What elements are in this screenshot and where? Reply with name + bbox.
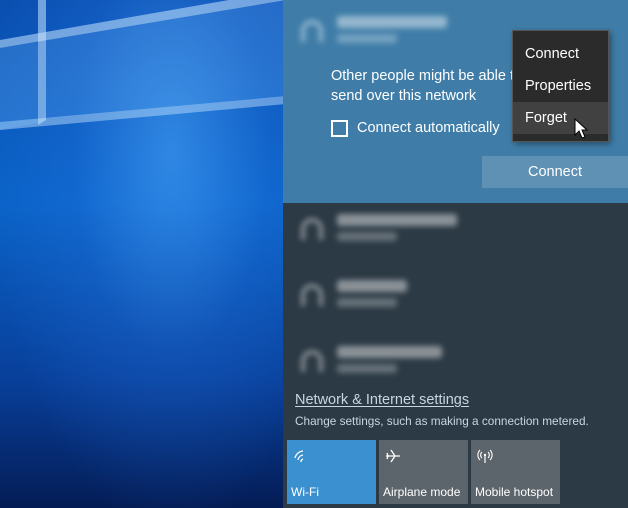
airplane-icon bbox=[386, 449, 400, 463]
connect-automatically-label: Connect automatically bbox=[357, 120, 500, 136]
context-menu-properties[interactable]: Properties bbox=[513, 70, 608, 102]
network-name-blurred bbox=[337, 16, 447, 28]
network-settings-link[interactable]: Network & Internet settings bbox=[295, 392, 469, 408]
airplane-mode-tile[interactable]: Airplane mode bbox=[379, 440, 468, 504]
wifi-tile[interactable]: Wi-Fi bbox=[287, 440, 376, 504]
network-name-blurred bbox=[337, 280, 407, 292]
wifi-tile-label: Wi-Fi bbox=[291, 485, 319, 499]
context-menu-connect[interactable]: Connect bbox=[513, 38, 608, 70]
wifi-signal-icon bbox=[301, 20, 323, 42]
network-list-item[interactable] bbox=[293, 338, 593, 388]
wifi-icon bbox=[294, 450, 304, 463]
network-status-blurred bbox=[337, 364, 397, 373]
network-list-item[interactable] bbox=[293, 272, 593, 322]
mouse-pointer-icon bbox=[574, 118, 589, 139]
context-menu-forget[interactable]: Forget bbox=[513, 102, 608, 134]
network-name-blurred bbox=[337, 346, 442, 358]
connect-automatically-checkbox[interactable] bbox=[331, 119, 348, 137]
wifi-signal-icon bbox=[301, 218, 323, 240]
network-status-blurred bbox=[337, 232, 397, 241]
mobile-hotspot-tile[interactable]: Mobile hotspot bbox=[471, 440, 560, 504]
wifi-signal-icon bbox=[301, 350, 323, 372]
mobile-hotspot-tile-label: Mobile hotspot bbox=[475, 485, 554, 499]
network-name-blurred bbox=[337, 214, 457, 226]
network-status-blurred bbox=[337, 298, 397, 307]
wifi-signal-icon bbox=[301, 284, 323, 306]
network-context-menu: Connect Properties Forget bbox=[512, 30, 609, 142]
hotspot-icon bbox=[477, 449, 493, 463]
connect-button[interactable]: Connect bbox=[482, 156, 628, 188]
windows-logo-light-beams bbox=[0, 0, 286, 130]
desktop-background bbox=[0, 0, 286, 508]
network-list-item[interactable] bbox=[293, 206, 593, 256]
airplane-mode-tile-label: Airplane mode bbox=[383, 485, 461, 499]
network-status-blurred bbox=[337, 34, 397, 43]
network-settings-description: Change settings, such as making a connec… bbox=[295, 414, 589, 428]
network-warning-text: Other people might be able t send over t… bbox=[331, 68, 514, 104]
connect-automatically-row[interactable]: Connect automatically bbox=[331, 118, 500, 138]
